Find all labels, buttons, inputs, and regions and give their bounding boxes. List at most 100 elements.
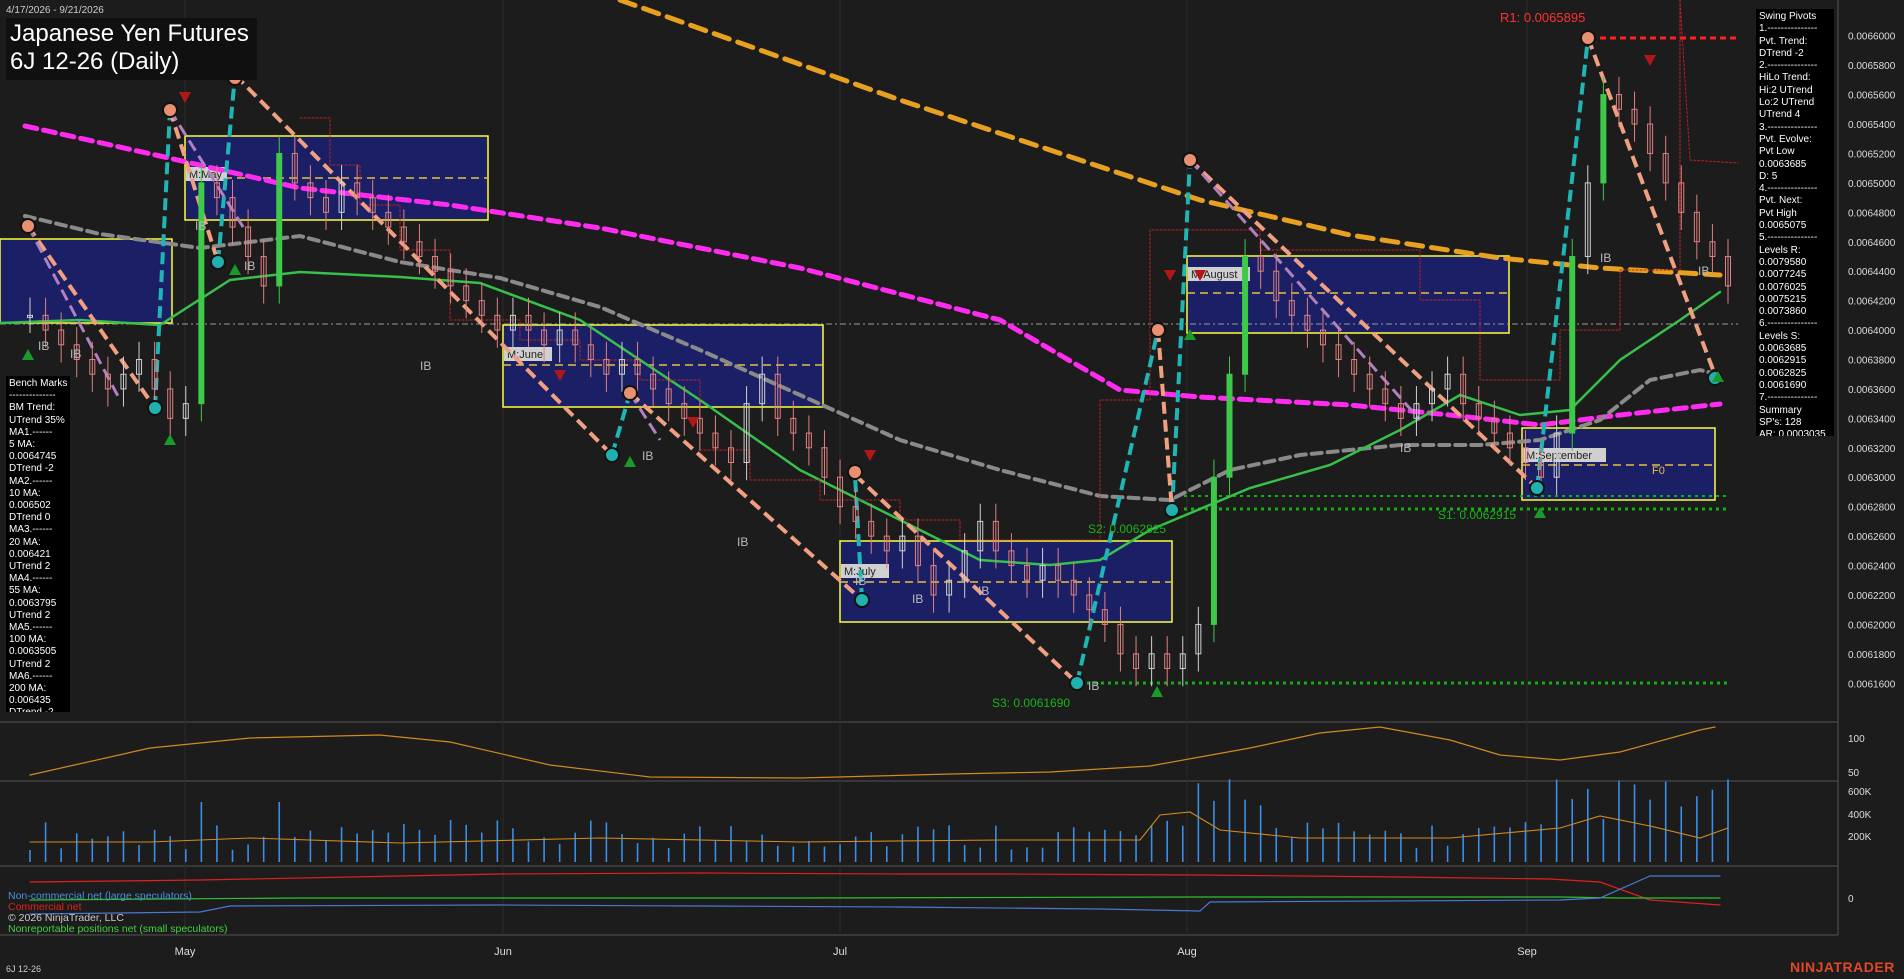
candle-body [198, 182, 205, 405]
pivot-low-marker [604, 447, 620, 463]
brand-logo: NINJATRADER [1790, 959, 1895, 975]
y-tick-label: 0.0066000 [1848, 32, 1896, 43]
y-tick-label: 0.0064400 [1848, 267, 1896, 278]
swing-pivots-line: D: 5 [1759, 170, 1778, 182]
ib-label: IB [244, 259, 255, 273]
bench-marks-line: 0.0063795 [9, 597, 57, 609]
swing-pivots-line: 0.0079580 [1759, 256, 1807, 268]
y-tick-label: 0.0064600 [1848, 238, 1896, 249]
swing-pivots-line: Pvt High [1759, 207, 1797, 219]
ib-label: IB [978, 584, 989, 598]
candle-body [276, 152, 283, 287]
y-tick-label: 0.0063800 [1848, 356, 1896, 367]
ib-label: IB [195, 219, 206, 233]
bench-marks-line: 10 MA: [9, 487, 41, 499]
bench-marks-line: 0.006502 [9, 500, 51, 512]
candle-body [1226, 373, 1233, 478]
y-tick-label: 0.0063200 [1848, 444, 1896, 455]
bench-marks-line: 20 MA: [9, 536, 41, 548]
volume-tick: 600K [1848, 787, 1872, 798]
swing-pivots-line: Levels R: [1759, 244, 1801, 256]
oscillator-tick: 50 [1848, 768, 1860, 779]
pivot-high-marker [1150, 322, 1166, 338]
y-tick-label: 0.0064000 [1848, 326, 1896, 337]
pivot-high-marker [1580, 30, 1596, 46]
y-tick-label: 0.0064800 [1848, 208, 1896, 219]
r1-label: R1: 0.0065895 [1500, 10, 1586, 25]
ib-label: IB [1400, 441, 1411, 455]
pivot-low-marker [1164, 502, 1180, 518]
ib-label: IB [642, 449, 653, 463]
x-tick-label: Aug [1177, 946, 1197, 958]
y-tick-label: 0.0065600 [1848, 91, 1896, 102]
swing-pivots-line: 7.--------------- [1759, 392, 1818, 404]
ib-label: IB [1600, 251, 1611, 265]
candle-body [1242, 255, 1249, 375]
swing-pivots-line: 0.0061690 [1759, 379, 1807, 391]
x-tick-label: Sep [1517, 946, 1537, 958]
cot-tick: 0 [1848, 894, 1854, 905]
swing-pivots-line: 2.--------------- [1759, 60, 1818, 72]
bench-marks-line: 55 MA: [9, 585, 41, 597]
bench-marks-line: UTrend 35% [9, 414, 65, 426]
ib-label: IB [70, 347, 81, 361]
ib-label: IB [1698, 264, 1709, 278]
swing-pivots-line: 4.--------------- [1759, 183, 1818, 195]
swing-pivots-line: 0.0062825 [1759, 367, 1807, 379]
s2-label: S2: 0.0062825 [1088, 522, 1167, 536]
s3-label: S3: 0.0061690 [992, 696, 1071, 710]
chart-title: Japanese Yen Futures [10, 20, 249, 47]
bench-marks-line: MA1.------ [9, 426, 53, 438]
swing-pivots-line: Swing Pivots [1759, 11, 1817, 22]
bench-marks-line: 0.006435 [9, 695, 51, 707]
s1-label: S1: 0.0062915 [1438, 508, 1517, 522]
swing-pivots-line: Lo:2 UTrend [1759, 97, 1815, 109]
swing-pivots-line: SP's: 128 [1759, 416, 1802, 428]
pivot-low-marker [1069, 675, 1085, 691]
x-tick-label: Jun [494, 946, 512, 958]
bench-marks-line: DTrend -2 [9, 463, 54, 475]
swing-pivots-line: Pvt. Trend: [1759, 35, 1808, 47]
swing-pivots-line: 0.0065075 [1759, 220, 1807, 232]
y-tick-label: 0.0065000 [1848, 179, 1896, 190]
swing-pivots-line: AR: 0.0003035 [1759, 429, 1826, 436]
y-tick-label: 0.0064200 [1848, 297, 1896, 308]
bench-marks-line: 0.0064745 [9, 451, 57, 463]
ib-label: IB [420, 359, 431, 373]
y-tick-label: 0.0062800 [1848, 503, 1896, 514]
y-tick-label: 0.0062600 [1848, 532, 1896, 543]
swing-pivots-panel: Swing Pivots 1.--------------- Pvt. Trend:… [1756, 9, 1834, 436]
bench-marks-line: BM Trend: [9, 402, 56, 414]
y-tick-label: 0.0065400 [1848, 120, 1896, 131]
bench-marks-line: MA2.------ [9, 475, 53, 487]
legend-nonreportable: Nonreportable positions net (small specu… [8, 923, 228, 935]
swing-pivots-line: 0.0062915 [1759, 355, 1807, 367]
bench-marks-line: 0.0063505 [9, 646, 57, 658]
bench-marks-line: DTrend 0 [9, 512, 51, 524]
pivot-high-marker [1182, 152, 1198, 168]
x-tick-label: May [175, 946, 196, 958]
swing-pivots-line: Pvt. Next: [1759, 195, 1803, 207]
chart-title-box: Japanese Yen Futures 6J 12-26 (Daily) [6, 18, 257, 80]
volume-tick: 400K [1848, 810, 1872, 821]
price-chart[interactable]: 0.0066000 0.0065800 0.0065600 0.0065400 0.00… [0, 0, 1904, 979]
bench-marks-line: DTrend -2 [9, 707, 67, 712]
pivot-low-marker [854, 592, 870, 608]
date-range: 4/17/2026 - 9/21/2026 [6, 5, 104, 16]
y-tick-label: 0.0061600 [1848, 679, 1896, 690]
bench-marks-line: 100 MA: [9, 634, 47, 646]
bench-marks-line: Bench Marks [9, 378, 68, 389]
oscillator-tick: 100 [1848, 734, 1865, 745]
candle-body [1600, 94, 1607, 184]
swing-pivots-line: 1.--------------- [1759, 23, 1818, 35]
y-tick-label: 0.0065200 [1848, 149, 1896, 160]
bench-marks-panel: Bench Marks -------------- BM Trend: UTrend… [6, 376, 70, 712]
y-tick-label: 0.0061800 [1848, 650, 1896, 661]
swing-pivots-line: 0.0076025 [1759, 281, 1807, 293]
swing-pivots-line: DTrend -2 [1759, 47, 1804, 59]
bench-marks-line: UTrend 2 [9, 658, 51, 670]
bench-marks-line: MA6.------ [9, 670, 53, 682]
ib-label: IB [855, 574, 866, 588]
footer-instrument: 6J 12-26 [6, 964, 42, 974]
y-tick-label: 0.0062200 [1848, 591, 1896, 602]
